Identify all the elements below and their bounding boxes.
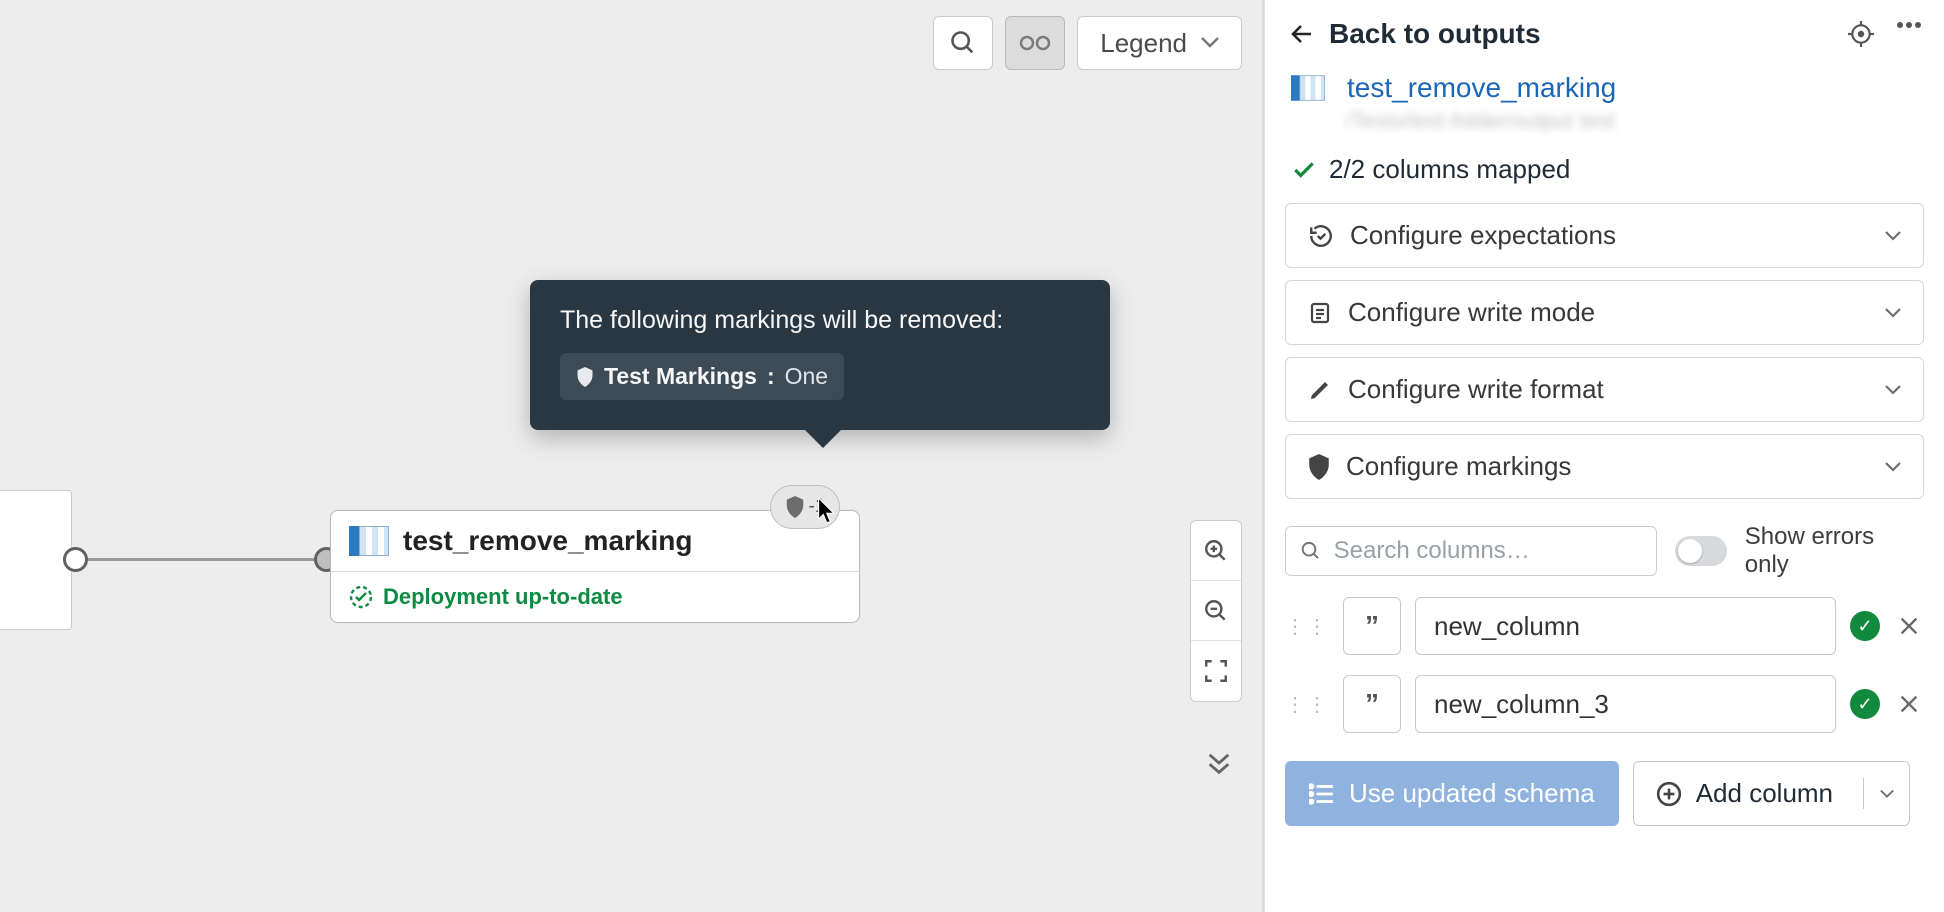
configure-expectations-item[interactable]: Configure expectations <box>1285 203 1924 268</box>
quote-icon: ” <box>1365 610 1379 642</box>
drag-handle[interactable]: ⋮⋮ <box>1285 692 1329 717</box>
conf-label: Configure markings <box>1346 451 1571 482</box>
status-ok-icon: ✓ <box>1850 611 1880 641</box>
errors-only-label: Show errors only <box>1745 523 1924 579</box>
zoom-controls <box>1190 520 1242 702</box>
chevron-down-icon <box>1201 37 1219 49</box>
close-icon <box>1898 615 1920 637</box>
shield-icon <box>576 367 594 387</box>
close-icon <box>1898 693 1920 715</box>
conf-label: Configure write mode <box>1348 297 1595 328</box>
search-icon <box>1300 539 1322 563</box>
dataset-icon <box>349 526 389 556</box>
column-type-button[interactable]: ” <box>1343 597 1401 655</box>
use-updated-label: Use updated schema <box>1349 778 1595 809</box>
list-icon <box>1309 783 1335 805</box>
chevron-down-icon <box>1885 231 1901 241</box>
check-circle-icon <box>349 585 373 609</box>
more-menu-button[interactable] <box>1896 21 1922 47</box>
chevron-down-icon <box>1885 308 1901 318</box>
pencil-icon <box>1308 378 1332 402</box>
back-button[interactable]: Back to outputs <box>1287 18 1541 50</box>
zoom-out-icon <box>1203 598 1229 624</box>
node-title: test_remove_marking <box>403 525 692 557</box>
dataset-path: /Tests/test-folder/output test <box>1265 108 1944 144</box>
remove-column-button[interactable] <box>1894 611 1924 641</box>
arrow-left-icon <box>1287 22 1315 46</box>
graph-edge <box>88 558 314 561</box>
configure-markings-item[interactable]: Configure markings <box>1285 434 1924 499</box>
dataset-icon <box>1291 75 1325 101</box>
tooltip-title: The following markings will be removed: <box>560 306 1080 335</box>
chevron-down-icon <box>1885 385 1901 395</box>
search-icon <box>949 29 977 57</box>
badge-count: -1 <box>809 496 826 518</box>
dataset-link[interactable]: test_remove_marking <box>1347 72 1616 104</box>
shield-icon <box>785 496 805 518</box>
quote-icon: ” <box>1365 688 1379 720</box>
errors-only-toggle[interactable] <box>1675 536 1727 566</box>
configure-write-format-item[interactable]: Configure write format <box>1285 357 1924 422</box>
add-column-button[interactable]: Add column <box>1633 761 1910 826</box>
conf-label: Configure write format <box>1348 374 1604 405</box>
legend-button[interactable]: Legend <box>1077 16 1242 70</box>
status-ok-icon: ✓ <box>1850 689 1880 719</box>
back-label: Back to outputs <box>1329 18 1541 50</box>
graph-canvas[interactable]: Legend test_rem <box>0 0 1264 912</box>
column-row: ⋮⋮ ” ✓ <box>1285 597 1924 655</box>
search-columns-input[interactable] <box>1334 537 1642 565</box>
upstream-node[interactable] <box>0 490 72 630</box>
use-updated-schema-button[interactable]: Use updated schema <box>1285 761 1619 826</box>
node-status: Deployment up-to-date <box>383 584 623 610</box>
collapse-panel-button[interactable] <box>1200 744 1238 782</box>
chevron-down-icon <box>1885 462 1901 472</box>
more-icon <box>1896 21 1922 29</box>
link-icon <box>1019 34 1051 52</box>
marking-value: One <box>785 363 828 390</box>
check-icon <box>1291 157 1317 183</box>
marking-group: Test Markings <box>604 363 757 390</box>
legend-label: Legend <box>1100 28 1187 59</box>
double-chevron-down-icon <box>1205 749 1233 777</box>
columns-mapped-text: 2/2 columns mapped <box>1329 154 1570 185</box>
marking-badge[interactable]: -1 <box>770 485 840 529</box>
column-name-input[interactable] <box>1415 675 1836 733</box>
drag-handle[interactable]: ⋮⋮ <box>1285 614 1329 639</box>
zoom-out-button[interactable] <box>1191 581 1241 641</box>
shield-icon <box>1308 454 1330 480</box>
target-button[interactable] <box>1848 21 1874 47</box>
configure-write-mode-item[interactable]: Configure write mode <box>1285 280 1924 345</box>
fit-view-button[interactable] <box>1191 641 1241 701</box>
plus-circle-icon <box>1656 781 1682 807</box>
remove-column-button[interactable] <box>1894 689 1924 719</box>
conf-label: Configure expectations <box>1350 220 1616 251</box>
zoom-in-button[interactable] <box>1191 521 1241 581</box>
column-name-input[interactable] <box>1415 597 1836 655</box>
add-column-dropdown[interactable] <box>1863 778 1909 809</box>
search-button[interactable] <box>933 16 993 70</box>
search-columns-box[interactable] <box>1285 526 1657 576</box>
fit-icon <box>1203 658 1229 684</box>
marking-chip: Test Markings: One <box>560 353 844 400</box>
document-icon <box>1308 300 1332 326</box>
upstream-output-port[interactable] <box>63 547 88 572</box>
marking-tooltip: The following markings will be removed: … <box>530 280 1110 430</box>
link-toggle-button[interactable] <box>1005 16 1065 70</box>
dataset-node[interactable]: test_remove_marking Deployment up-to-dat… <box>330 510 860 623</box>
column-type-button[interactable]: ” <box>1343 675 1401 733</box>
output-panel: Back to outputs test_remove_marking /Tes… <box>1264 0 1944 912</box>
column-row: ⋮⋮ ” ✓ <box>1285 675 1924 733</box>
add-column-label: Add column <box>1696 778 1849 809</box>
refresh-check-icon <box>1308 223 1334 249</box>
target-icon <box>1848 21 1874 47</box>
zoom-in-icon <box>1203 538 1229 564</box>
chevron-down-icon <box>1880 789 1894 799</box>
